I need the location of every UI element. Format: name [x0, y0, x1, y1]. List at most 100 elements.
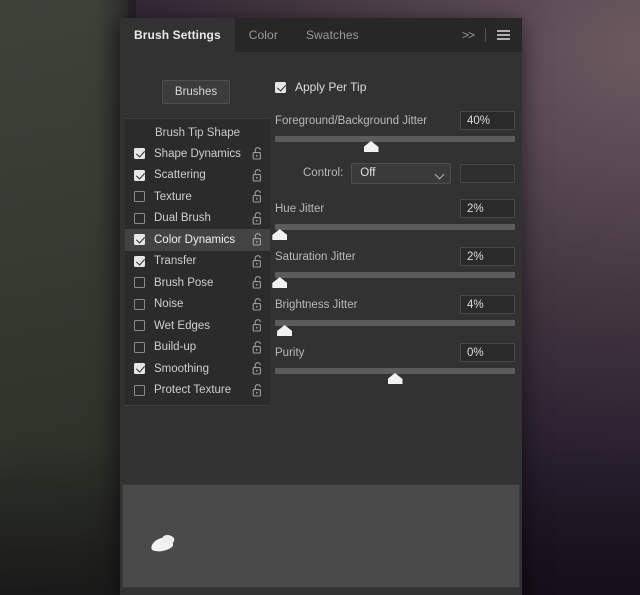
- brightness-jitter-field: Brightness Jitter 4%: [275, 294, 515, 337]
- tab-brush-settings-label: Brush Settings: [134, 28, 221, 42]
- brush-option-label: Transfer: [154, 255, 197, 268]
- brush-option-checkbox[interactable]: [134, 320, 145, 332]
- brightness-jitter-value[interactable]: 4%: [460, 295, 515, 314]
- saturation-jitter-track: [275, 272, 515, 278]
- brush-tip-shape-header[interactable]: Brush Tip Shape: [125, 122, 270, 143]
- brush-option-checkbox[interactable]: [134, 169, 145, 181]
- fg-bg-jitter-label: Foreground/Background Jitter: [275, 114, 428, 127]
- panel-footer: [120, 589, 522, 595]
- unlocked-icon[interactable]: [252, 233, 263, 246]
- tab-bar-divider: [485, 28, 486, 42]
- unlocked-icon[interactable]: [252, 254, 263, 268]
- brush-option-checkbox[interactable]: [134, 191, 145, 203]
- brush-option-checkbox[interactable]: [134, 298, 145, 310]
- control-select[interactable]: Off: [351, 162, 452, 184]
- unlocked-icon[interactable]: [252, 168, 263, 182]
- brush-option-checkbox[interactable]: [134, 341, 145, 353]
- control-extra-field[interactable]: [460, 163, 515, 183]
- control-select-value: Off: [360, 167, 376, 179]
- brush-option-checkbox[interactable]: [134, 277, 145, 289]
- brush-option-checkbox[interactable]: [134, 363, 145, 375]
- apply-per-tip-row[interactable]: Apply Per Tip: [275, 78, 515, 96]
- brush-option-row[interactable]: Texture: [125, 186, 270, 208]
- fg-bg-jitter-head: Foreground/Background Jitter 40%: [275, 110, 515, 131]
- saturation-jitter-head: Saturation Jitter 2%: [275, 246, 515, 267]
- brush-option-row[interactable]: Color Dynamics: [125, 229, 270, 251]
- saturation-jitter-label: Saturation Jitter: [275, 250, 356, 263]
- brush-option-label: Noise: [154, 298, 184, 311]
- purity-thumb[interactable]: [387, 373, 403, 384]
- saturation-jitter-field: Saturation Jitter 2%: [272, 246, 515, 289]
- brightness-jitter-label: Brightness Jitter: [275, 298, 358, 311]
- brush-option-row[interactable]: Wet Edges: [125, 315, 270, 337]
- unlocked-icon[interactable]: [252, 362, 263, 375]
- fg-bg-jitter-slider[interactable]: [275, 134, 515, 153]
- purity-label: Purity: [275, 346, 305, 359]
- tab-brush-settings[interactable]: Brush Settings: [120, 18, 235, 52]
- tab-color[interactable]: Color: [235, 18, 292, 52]
- apply-per-tip-label: Apply Per Tip: [295, 80, 367, 94]
- fg-bg-jitter-field: Foreground/Background Jitter 40%: [275, 110, 515, 153]
- hue-jitter-head: Hue Jitter 2%: [275, 198, 515, 219]
- brush-option-row[interactable]: Scattering: [125, 165, 270, 187]
- saturation-jitter-thumb[interactable]: [272, 277, 288, 288]
- unlocked-icon[interactable]: [252, 211, 263, 225]
- purity-slider[interactable]: [275, 366, 515, 385]
- tab-color-label: Color: [248, 28, 278, 42]
- tab-swatches[interactable]: Swatches: [292, 18, 373, 52]
- purity-field: Purity 0%: [275, 342, 515, 385]
- brush-option-row[interactable]: Noise: [125, 294, 270, 316]
- brush-option-label: Texture: [154, 190, 192, 203]
- hamburger-menu-icon[interactable]: [488, 18, 522, 52]
- brush-option-row[interactable]: Dual Brush: [125, 208, 270, 230]
- unlocked-icon[interactable]: [252, 383, 263, 397]
- brightness-jitter-track: [275, 320, 515, 326]
- saturation-jitter-value[interactable]: 2%: [460, 247, 515, 266]
- color-dynamics-controls: Apply Per Tip Foreground/Background Jitt…: [272, 78, 515, 390]
- brush-option-row[interactable]: Shape Dynamics: [125, 143, 270, 165]
- brush-option-label: Protect Texture: [154, 384, 232, 397]
- brush-option-label: Shape Dynamics: [154, 147, 241, 160]
- panel-tab-bar: Brush Settings Color Swatches >>: [120, 18, 522, 52]
- panel-body: Brushes Brush Tip Shape Shape Dynamics Sc…: [120, 52, 522, 482]
- tab-bar-spacer: [373, 18, 453, 52]
- brush-option-row[interactable]: Smoothing: [125, 358, 270, 380]
- tab-overflow-icon[interactable]: >>: [453, 18, 483, 52]
- brush-option-label: Dual Brush: [154, 212, 211, 225]
- brush-settings-panel: Brush Settings Color Swatches >> Brushes…: [120, 18, 522, 595]
- brush-option-row[interactable]: Brush Pose: [125, 272, 270, 294]
- unlocked-icon[interactable]: [252, 276, 263, 289]
- brightness-jitter-head: Brightness Jitter 4%: [275, 294, 515, 315]
- brush-tip-shape-label: Brush Tip Shape: [154, 126, 241, 139]
- brightness-jitter-slider[interactable]: [275, 318, 515, 337]
- purity-value[interactable]: 0%: [460, 343, 515, 362]
- chevron-down-icon: [434, 169, 445, 179]
- fg-bg-jitter-thumb[interactable]: [363, 141, 379, 152]
- brightness-jitter-thumb[interactable]: [277, 325, 293, 336]
- brush-option-row[interactable]: Protect Texture: [125, 380, 270, 402]
- fg-bg-jitter-value[interactable]: 40%: [460, 111, 515, 130]
- brush-option-label: Brush Pose: [154, 276, 214, 289]
- unlocked-icon[interactable]: [252, 190, 263, 203]
- unlocked-icon[interactable]: [252, 297, 263, 311]
- brush-option-checkbox[interactable]: [134, 255, 145, 267]
- hue-jitter-slider[interactable]: [272, 222, 515, 241]
- unlocked-icon[interactable]: [252, 147, 263, 160]
- saturation-jitter-slider[interactable]: [272, 270, 515, 289]
- brush-option-row[interactable]: Build-up: [125, 337, 270, 359]
- tab-swatches-label: Swatches: [305, 28, 359, 42]
- brush-option-checkbox[interactable]: [134, 234, 145, 246]
- unlocked-icon[interactable]: [252, 319, 263, 332]
- unlocked-icon[interactable]: [252, 340, 263, 354]
- brush-option-label: Build-up: [154, 341, 197, 354]
- brush-option-label: Wet Edges: [154, 319, 211, 332]
- brush-option-row[interactable]: Transfer: [125, 251, 270, 273]
- hue-jitter-thumb[interactable]: [272, 229, 288, 240]
- hue-jitter-value[interactable]: 2%: [460, 199, 515, 218]
- brush-option-label: Color Dynamics: [154, 233, 236, 246]
- brush-option-checkbox[interactable]: [134, 148, 145, 160]
- brush-option-checkbox[interactable]: [134, 384, 145, 396]
- brush-option-checkbox[interactable]: [134, 212, 145, 224]
- apply-per-tip-checkbox[interactable]: [275, 81, 286, 93]
- brushes-button[interactable]: Brushes: [162, 80, 230, 104]
